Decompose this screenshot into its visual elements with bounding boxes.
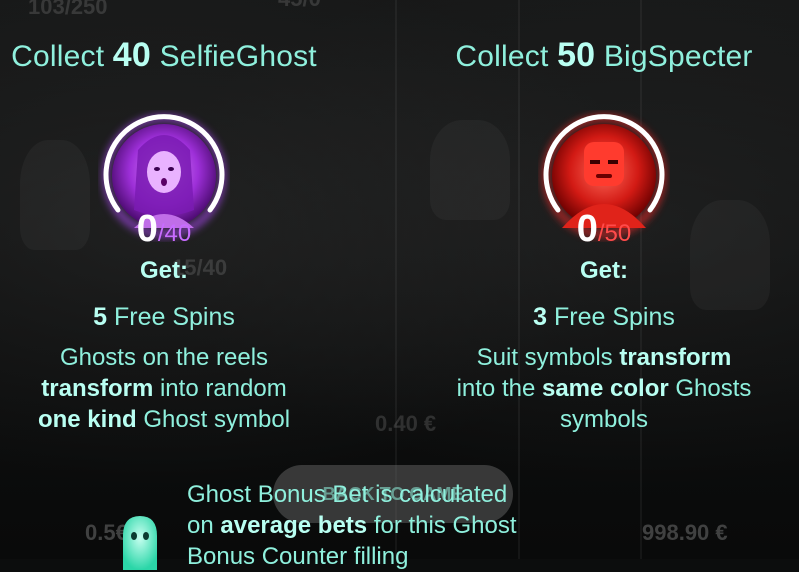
- selfieghost-get-label: Get:: [140, 257, 188, 284]
- selfieghost-title: Collect 40 SelfieGhost: [11, 36, 317, 74]
- bigspecter-free-spins: 3 Free Spins: [533, 303, 675, 331]
- balance-display: 998.90 €: [642, 520, 728, 545]
- background-counter-top: 45/0: [278, 0, 321, 12]
- selfieghost-description: Ghosts on the reels transform into rando…: [37, 344, 291, 433]
- selfieghost-free-spins: 5 Free Spins: [93, 303, 235, 331]
- background-ghost-symbol: [430, 120, 510, 220]
- background-counter-left: 103/250: [28, 0, 108, 19]
- bigspecter-description: Suit symbols transform into the same col…: [456, 344, 752, 433]
- ghost-mascot-icon: [123, 516, 157, 570]
- selfieghost-counter: 0/40: [136, 208, 192, 250]
- bonus-bet-note: Ghost Bonus Bet is calculated on average…: [187, 481, 517, 570]
- bigspecter-title: Collect 50 BigSpecter: [455, 36, 753, 74]
- bigspecter-get-label: Get:: [580, 257, 628, 284]
- bigspecter-counter: 0/50: [576, 208, 632, 250]
